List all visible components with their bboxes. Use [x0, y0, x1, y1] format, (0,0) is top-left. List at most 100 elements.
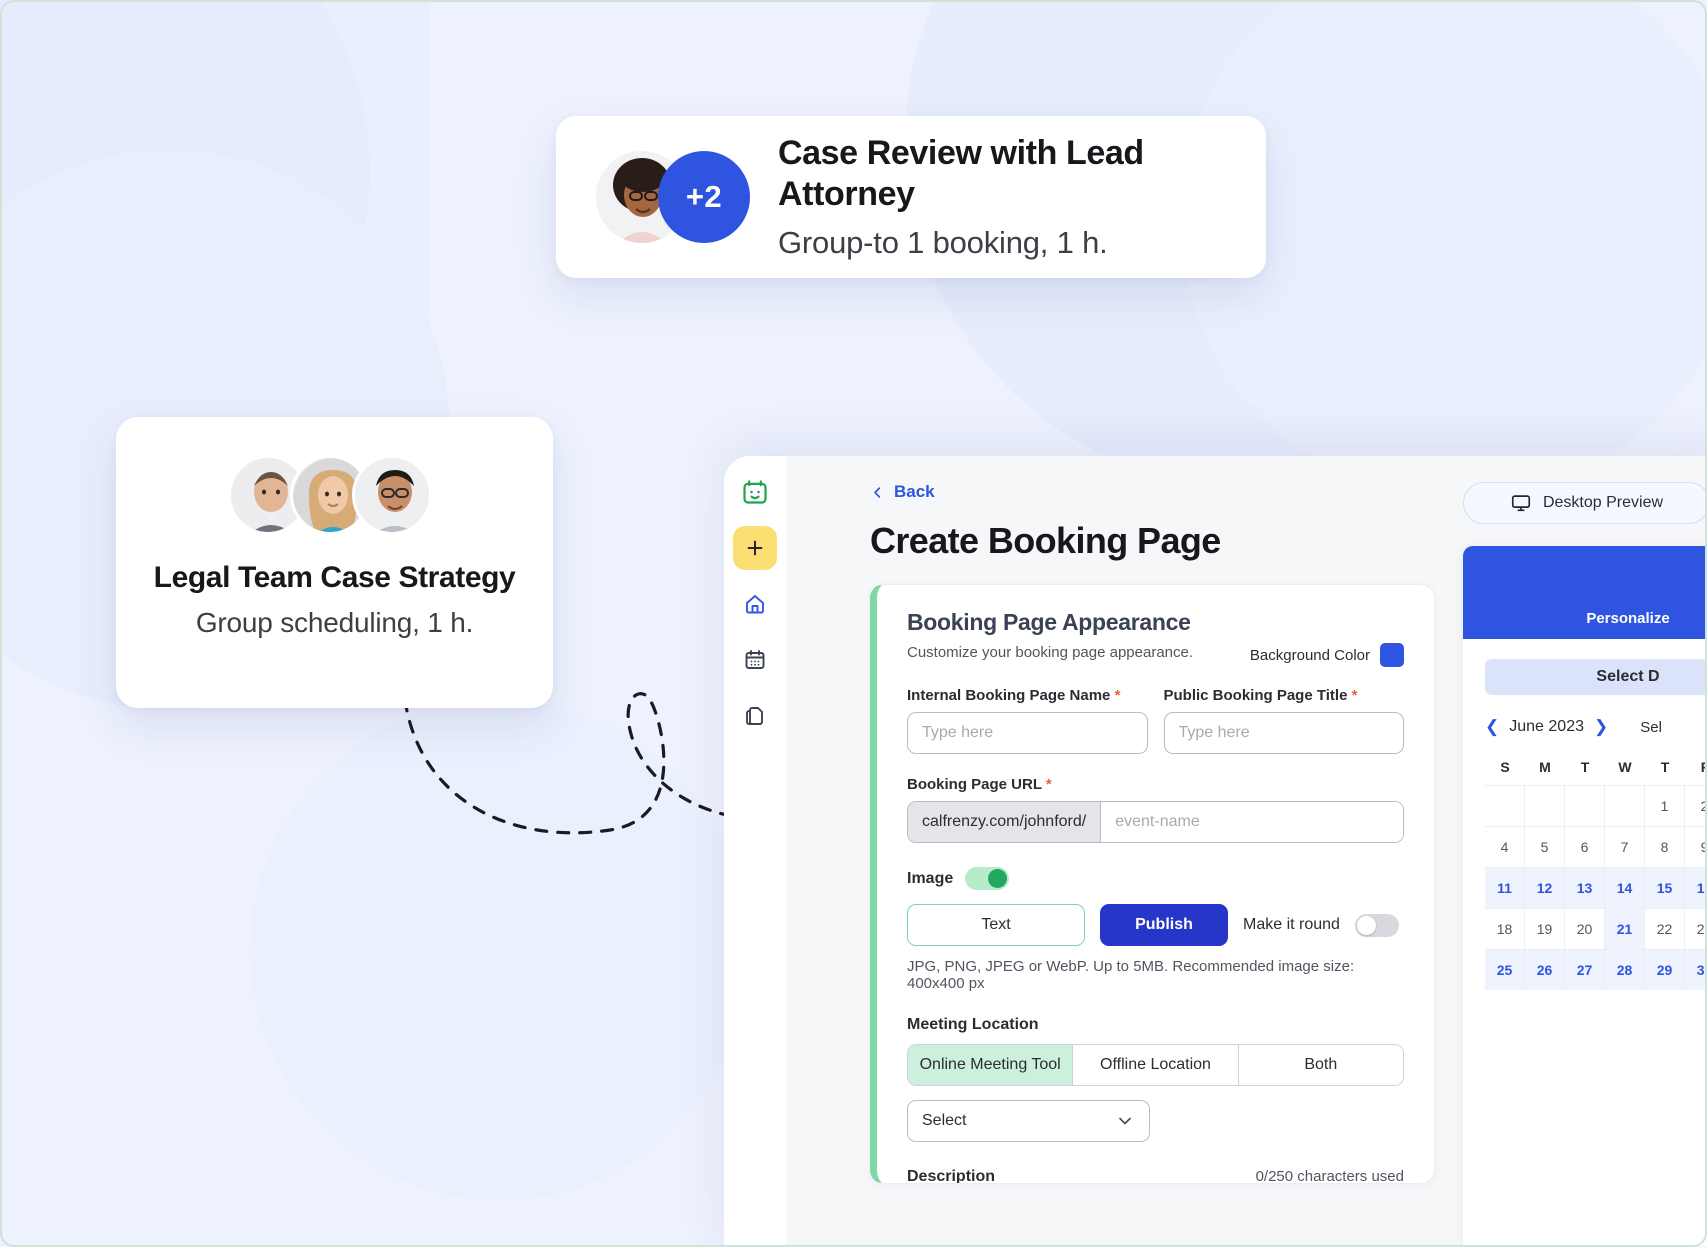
tab-online-meeting-tool[interactable]: Online Meeting Tool — [908, 1045, 1074, 1085]
event-subtitle: Group-to 1 booking, 1 h. — [778, 224, 1108, 260]
event-card-left[interactable]: Legal Team Case Strategy Group schedulin… — [116, 417, 553, 708]
sidebar-item-calendar[interactable] — [733, 638, 777, 682]
calendar-day-cell[interactable]: 12 — [1525, 867, 1565, 908]
booking-url-label: Booking Page URL * — [907, 776, 1404, 793]
bot-calendar-icon — [743, 480, 767, 504]
make-round-toggle[interactable] — [1354, 913, 1399, 937]
upload-hint: JPG, PNG, JPEG or WebP. Up to 5MB. Recom… — [907, 958, 1355, 992]
copy-document-icon — [746, 707, 763, 725]
text-button[interactable]: Text — [907, 904, 1085, 946]
event-title: Legal Team Case Strategy — [153, 561, 516, 594]
public-title-label-text: Public Booking Page Title — [1163, 687, 1348, 704]
calendar-cell-empty — [1605, 785, 1645, 826]
required-marker: * — [1045, 776, 1052, 793]
calendar-day-cell[interactable]: 8 — [1645, 826, 1685, 867]
calendar-day-cell[interactable]: 4 — [1485, 826, 1525, 867]
calendar-day-cell[interactable]: 23 — [1685, 908, 1707, 949]
toggle-knob — [988, 869, 1008, 888]
calendar-day-cell[interactable]: 21 — [1605, 908, 1645, 949]
calendar-cell-empty — [1565, 785, 1605, 826]
select-value: Select — [922, 1112, 967, 1129]
publish-button[interactable]: Publish — [1100, 904, 1228, 946]
calendar-month-label: June 2023 — [1509, 718, 1584, 735]
image-buttons-row: Text Publish Make it round — [907, 904, 1404, 946]
calendar-day-cell[interactable]: 11 — [1485, 867, 1525, 908]
calendar-day-cell[interactable]: 9 — [1685, 826, 1707, 867]
preview-panel: Desktop Preview Personalize Select D ❮ J… — [1463, 482, 1707, 1247]
image-label: Image — [907, 869, 954, 887]
background-color-label: Background Color — [1249, 646, 1370, 664]
calendar-day-cell[interactable]: 26 — [1525, 949, 1565, 990]
sidebar-item-home[interactable] — [733, 582, 777, 626]
chevron-down-icon — [1119, 1117, 1131, 1125]
calendar-next-month-button[interactable]: ❯ — [1594, 717, 1608, 737]
event-subtitle: Group scheduling, 1 h. — [195, 607, 474, 638]
monitor-icon — [1511, 495, 1531, 512]
calendar-day-cell[interactable]: 27 — [1565, 949, 1605, 990]
app-sidebar — [724, 456, 786, 1247]
calendar-day-cell[interactable]: 13 — [1565, 867, 1605, 908]
calendar-day-cell[interactable]: 18 — [1485, 908, 1525, 949]
public-title-label: Public Booking Page Title * — [1164, 687, 1405, 704]
avatar — [351, 455, 432, 535]
calendar-day-cell[interactable]: 30 — [1685, 949, 1707, 990]
internal-name-field: Internal Booking Page Name * — [907, 687, 1148, 754]
description-counter: 0/250 characters used — [1255, 1168, 1404, 1184]
event-title: Case Review with Lead Attorney — [778, 134, 1144, 213]
calendar-day-cell[interactable]: 25 — [1485, 949, 1525, 990]
calendar-grid: S M T W T F S 12345678910111213141516171… — [1485, 753, 1707, 990]
form-header: Booking Page Appearance Customize your b… — [907, 609, 1404, 667]
name-title-fields: Internal Booking Page Name * Public Book… — [907, 687, 1404, 754]
sidebar-item-create[interactable] — [733, 526, 777, 570]
calendar-day-cell[interactable]: 16 — [1685, 867, 1707, 908]
calendar-day-cell[interactable]: 28 — [1605, 949, 1645, 990]
preview-banner: Personalize — [1463, 546, 1707, 639]
sidebar-item-assistant[interactable] — [733, 470, 777, 514]
tab-both[interactable]: Both — [1238, 1045, 1403, 1085]
timezone-select-label[interactable]: Sel — [1640, 719, 1662, 736]
description-label: Description — [907, 1168, 996, 1184]
calendar-dow: T — [1580, 759, 1590, 775]
calendar-day-cell[interactable]: 6 — [1565, 826, 1605, 867]
description-header: Description 0/250 characters used — [907, 1168, 1404, 1184]
calendar-day-cell[interactable]: 15 — [1645, 867, 1685, 908]
required-marker: * — [1351, 687, 1358, 704]
color-swatch[interactable] — [1380, 643, 1404, 667]
calendar-day-cell[interactable]: 14 — [1605, 867, 1645, 908]
internal-name-label: Internal Booking Page Name * — [907, 687, 1148, 704]
chevron-left-icon — [874, 486, 881, 498]
desktop-preview-toggle[interactable]: Desktop Preview — [1463, 482, 1707, 524]
calendar-dow: M — [1539, 759, 1551, 775]
avatar-group: +2 — [596, 151, 750, 243]
calendar-day-cell[interactable]: 7 — [1605, 826, 1645, 867]
section-title: Booking Page Appearance — [907, 609, 1191, 635]
plus-icon — [747, 540, 763, 556]
tab-offline-location[interactable]: Offline Location — [1073, 1045, 1239, 1085]
internal-name-input[interactable] — [907, 712, 1148, 754]
public-title-input[interactable] — [1163, 712, 1404, 754]
booking-url-field: Booking Page URL * calfrenzy.com/johnfor… — [907, 776, 1404, 843]
calendar-day-cell[interactable]: 19 — [1525, 908, 1565, 949]
calendar-prev-month-button[interactable]: ❮ — [1485, 717, 1499, 737]
url-slug-input[interactable] — [1101, 802, 1403, 842]
calendar-day-cell[interactable]: 5 — [1525, 826, 1565, 867]
calendar-dow: W — [1618, 759, 1632, 775]
meeting-location-tabs: Online Meeting Tool Offline Location Bot… — [907, 1044, 1404, 1086]
preview-banner-text: Personalize — [1586, 610, 1670, 627]
event-card-top[interactable]: +2 Case Review with Lead Attorney Group-… — [556, 116, 1266, 278]
booking-url-label-text: Booking Page URL — [907, 776, 1042, 793]
calendar-day-cell[interactable]: 22 — [1645, 908, 1685, 949]
background-color-control[interactable]: Background Color — [1250, 643, 1404, 667]
image-toggle[interactable] — [965, 867, 1010, 890]
calendar-day-cell[interactable]: 29 — [1645, 949, 1685, 990]
calendar-day-cell[interactable]: 20 — [1565, 908, 1605, 949]
public-title-field: Public Booking Page Title * — [1163, 687, 1405, 754]
sidebar-item-pages[interactable] — [733, 694, 777, 738]
calendar-day-cell[interactable]: 1 — [1645, 785, 1685, 826]
calendar-cell-empty — [1485, 785, 1525, 826]
url-prefix: calfrenzy.com/johnford/ — [908, 802, 1102, 842]
meeting-tool-select[interactable]: Select — [907, 1100, 1150, 1142]
event-card-top-text: Case Review with Lead Attorney Group-to … — [778, 133, 1226, 261]
calendar-header: ❮ June 2023 ❯ Sel — [1485, 717, 1707, 737]
calendar-day-cell[interactable]: 2 — [1685, 785, 1707, 826]
